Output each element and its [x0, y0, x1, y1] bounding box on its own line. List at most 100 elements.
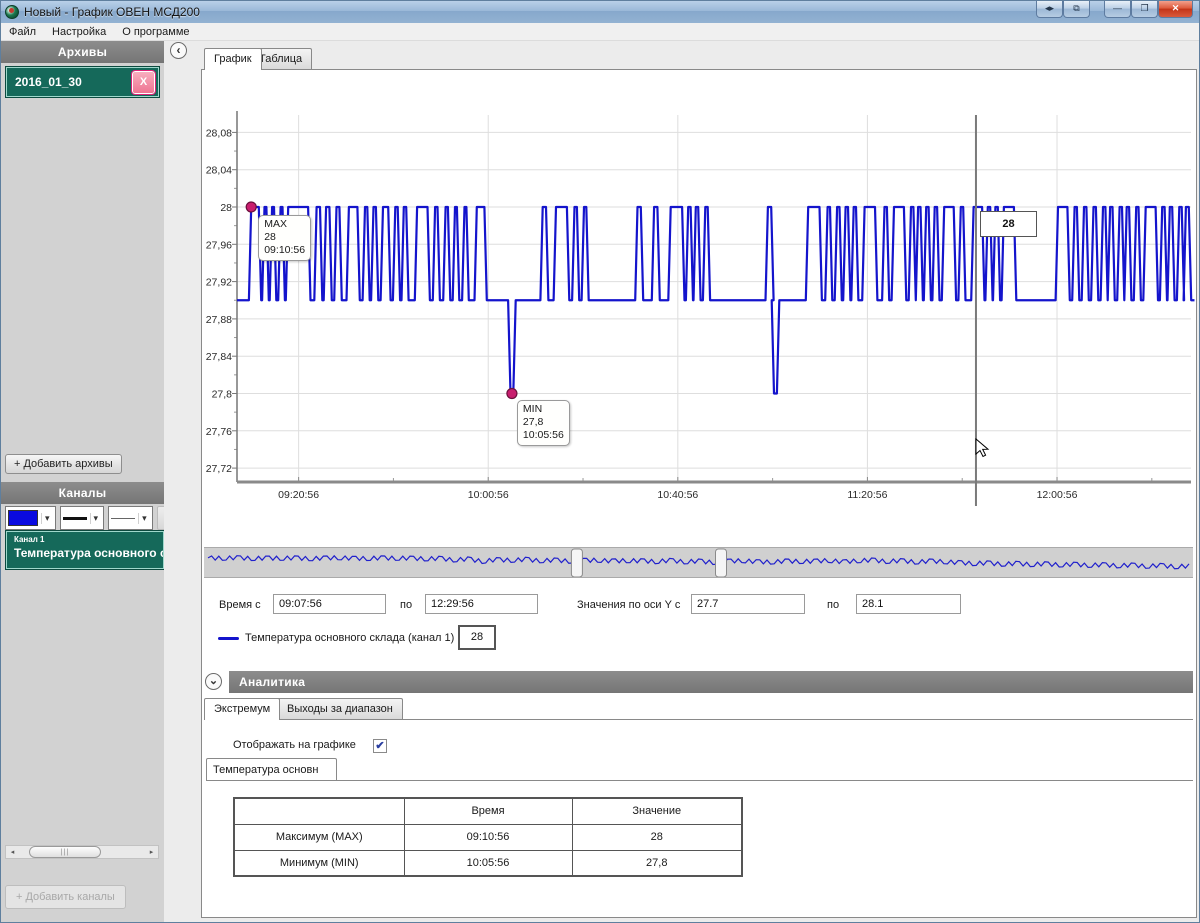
analytics-separator	[204, 719, 1193, 720]
svg-text:10:40:56: 10:40:56	[657, 489, 698, 501]
max-row-time: 09:10:56	[404, 824, 572, 850]
scrollbar-track[interactable]: |||	[19, 846, 145, 858]
menu-file[interactable]: Файл	[1, 23, 44, 41]
archive-close-button[interactable]: X	[132, 71, 155, 94]
svg-text:11:20:56: 11:20:56	[847, 489, 887, 501]
show-on-chart-checkbox[interactable]: ✔	[373, 739, 387, 753]
svg-text:09:20:56: 09:20:56	[278, 489, 319, 501]
line-style-swatch	[111, 518, 135, 519]
svg-text:28,08: 28,08	[206, 127, 232, 139]
close-button[interactable]: ✕	[1158, 1, 1193, 18]
tab-channel-extremum[interactable]: Температура основн	[206, 758, 337, 780]
min-label: MIN	[523, 403, 564, 416]
show-on-chart-label: Отображать на графике	[233, 739, 356, 751]
menu-bar: Файл Настройка О программе	[1, 23, 1200, 41]
y-range-label: Значения по оси Y с	[577, 599, 680, 611]
cursor-value-label: 28	[980, 211, 1037, 237]
range-navigator[interactable]	[204, 547, 1193, 578]
scroll-right-icon[interactable]: ▸	[145, 848, 158, 856]
add-archives-button[interactable]: + Добавить архивы	[5, 454, 122, 474]
max-row-value: 28	[572, 824, 742, 850]
app-window: Новый - График ОВЕН МСД200 ◂▸ ⧉ — ❐ ✕ Фа…	[0, 0, 1200, 923]
mouse-pointer-icon	[975, 438, 993, 458]
add-channels-button[interactable]: + Добавить каналы	[5, 885, 126, 909]
svg-text:27,84: 27,84	[206, 351, 232, 363]
table-header-empty	[234, 798, 404, 824]
table-header-value: Значение	[572, 798, 742, 824]
svg-text:27,8: 27,8	[212, 389, 233, 401]
svg-text:10:00:56: 10:00:56	[468, 489, 509, 501]
scrollbar-thumb[interactable]: |||	[29, 846, 101, 858]
dropdown-arrow-icon: ▾	[138, 513, 150, 524]
time-to-label: по	[400, 599, 412, 611]
svg-text:27,92: 27,92	[206, 277, 232, 289]
tab-chart[interactable]: График	[204, 48, 262, 70]
extremum-table: Время Значение Максимум (MAX) 09:10:56 2…	[233, 797, 743, 877]
minimize-button[interactable]: —	[1104, 1, 1131, 18]
min-value: 27,8	[523, 416, 564, 429]
table-header-row: Время Значение	[234, 798, 742, 824]
time-from-label: Время с	[219, 599, 261, 611]
line-style-dropdown[interactable]: ▾	[108, 506, 153, 530]
min-row-time: 10:05:56	[404, 850, 572, 876]
navigator-handle[interactable]	[571, 549, 582, 577]
channel-color-dropdown[interactable]: ▾	[5, 506, 56, 530]
channel-item[interactable]: Канал 1 Температура основного ск	[6, 531, 164, 569]
channel-number: Канал 1	[14, 535, 163, 544]
analytics-header: Аналитика	[229, 671, 1193, 693]
scroll-left-icon[interactable]: ◂	[6, 848, 19, 856]
table-row: Минимум (MIN) 10:05:56 27,8	[234, 850, 742, 876]
max-row-label: Максимум (MAX)	[234, 824, 404, 850]
sidebar: Архивы 2016_01_30 X + Добавить архивы Ка…	[1, 41, 164, 923]
svg-text:27,88: 27,88	[206, 314, 232, 326]
svg-text:27,76: 27,76	[206, 426, 232, 438]
y-to-input[interactable]	[856, 594, 961, 614]
table-header-time: Время	[404, 798, 572, 824]
detach-window-button[interactable]: ⧉	[1063, 1, 1090, 18]
time-from-input[interactable]	[273, 594, 386, 614]
app-logo-icon	[5, 5, 19, 19]
pan-view-button[interactable]: ◂▸	[1036, 1, 1063, 18]
channels-scrollbar[interactable]: ◂ ||| ▸	[5, 845, 159, 859]
dropdown-arrow-icon: ▾	[90, 513, 102, 524]
table-row: Максимум (MAX) 09:10:56 28	[234, 824, 742, 850]
window-title: Новый - График ОВЕН МСД200	[24, 5, 200, 19]
svg-text:28,04: 28,04	[206, 165, 232, 177]
max-time: 09:10:56	[264, 244, 305, 257]
y-from-input[interactable]	[691, 594, 805, 614]
svg-text:12:00:56: 12:00:56	[1037, 489, 1078, 501]
min-time: 10:05:56	[523, 429, 564, 442]
min-tooltip: MIN 27,8 10:05:56	[517, 400, 570, 446]
menu-about[interactable]: О программе	[114, 23, 197, 41]
channel-tab-separator	[206, 780, 1193, 781]
legend-series-name: Температура основного склада (канал 1)	[245, 632, 454, 644]
tab-out-of-range[interactable]: Выходы за диапазон	[277, 698, 403, 719]
line-width-swatch	[63, 517, 87, 520]
navigator-handle[interactable]	[716, 549, 727, 577]
archives-header: Архивы	[1, 41, 164, 63]
legend-cursor-value: 28	[458, 625, 496, 650]
svg-text:27,72: 27,72	[206, 463, 232, 475]
sidebar-collapse-button[interactable]: ‹	[170, 42, 187, 59]
temperature-chart[interactable]: 28,08 28,04 28 27,96 27,92 27,88 27,84 27,8 27,7…	[201, 101, 1197, 513]
menu-settings[interactable]: Настройка	[44, 23, 114, 41]
restore-button[interactable]: ❐	[1131, 1, 1158, 18]
tab-extremum[interactable]: Экстремум	[204, 698, 280, 720]
min-row-value: 27,8	[572, 850, 742, 876]
max-value: 28	[264, 231, 305, 244]
legend-line-swatch	[218, 637, 239, 640]
svg-text:28: 28	[220, 202, 232, 214]
svg-text:27,96: 27,96	[206, 239, 232, 251]
color-swatch	[8, 510, 38, 526]
archive-item[interactable]: 2016_01_30 X	[6, 67, 159, 97]
channel-name: Температура основного ск	[14, 546, 164, 560]
analytics-collapse-button[interactable]: ⌄	[205, 673, 222, 690]
min-row-label: Минимум (MIN)	[234, 850, 404, 876]
title-bar[interactable]: Новый - График ОВЕН МСД200 ◂▸ ⧉ — ❐ ✕	[1, 1, 1200, 23]
time-to-input[interactable]	[425, 594, 538, 614]
channels-header: Каналы	[1, 482, 164, 504]
max-label: MAX	[264, 218, 305, 231]
max-tooltip: MAX 28 09:10:56	[258, 215, 311, 261]
line-width-dropdown[interactable]: ▾	[60, 506, 105, 530]
y-to-label: по	[827, 599, 839, 611]
